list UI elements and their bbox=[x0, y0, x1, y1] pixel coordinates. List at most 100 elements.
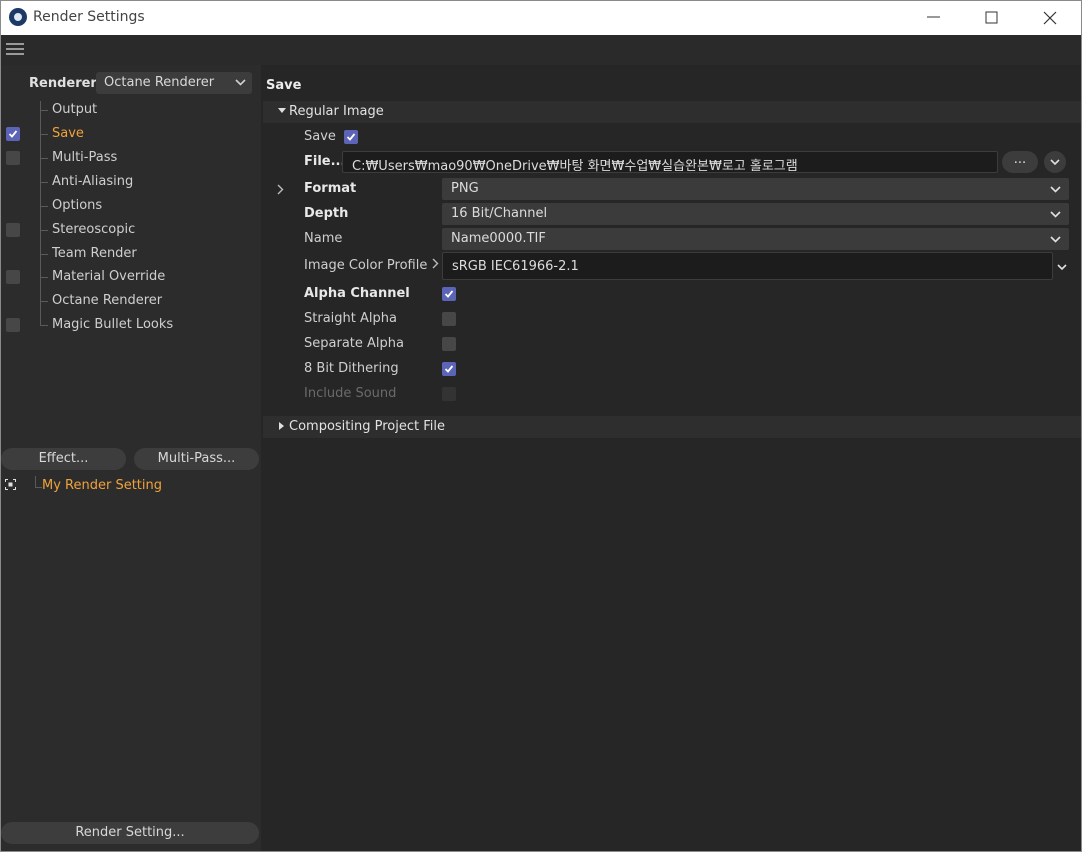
section-title: Save bbox=[266, 78, 302, 93]
tree-item-save[interactable]: Save bbox=[1, 123, 261, 147]
stereoscopic-enable-checkbox[interactable] bbox=[6, 223, 20, 237]
material-override-enable-checkbox[interactable] bbox=[6, 270, 20, 284]
group-label: Regular Image bbox=[289, 104, 384, 119]
render-setting-button[interactable]: Render Setting... bbox=[1, 822, 259, 844]
minimize-icon bbox=[927, 16, 940, 18]
multi-pass-button[interactable]: Multi-Pass... bbox=[134, 448, 259, 470]
tree-item-label: Anti-Aliasing bbox=[52, 174, 134, 189]
format-label: Format bbox=[304, 181, 357, 196]
color-profile-row: Image Color Profile sRGB IEC61966-2.1 bbox=[263, 252, 1081, 280]
straight-alpha-checkbox[interactable] bbox=[442, 312, 456, 326]
tree-item-magic-bullet-looks[interactable]: Magic Bullet Looks bbox=[1, 314, 261, 338]
tree-item-output[interactable]: Output bbox=[1, 99, 261, 123]
chevron-down-icon bbox=[235, 79, 246, 86]
chevron-down-icon bbox=[1050, 211, 1061, 218]
window-title: Render Settings bbox=[33, 9, 145, 25]
multi-pass-enable-checkbox[interactable] bbox=[6, 151, 20, 165]
chevron-right-icon[interactable] bbox=[277, 184, 284, 195]
alpha-channel-checkbox[interactable] bbox=[442, 287, 456, 301]
renderer-label: Renderer bbox=[29, 76, 97, 91]
check-icon bbox=[346, 133, 356, 141]
browse-button[interactable]: ... bbox=[1002, 151, 1038, 173]
depth-dropdown[interactable]: 16 Bit/Channel bbox=[442, 203, 1069, 225]
compositing-group-header[interactable]: Compositing Project File bbox=[263, 416, 1081, 438]
save-checkbox[interactable] bbox=[344, 130, 358, 144]
file-options-button[interactable] bbox=[1044, 151, 1066, 173]
tree-item-label: Output bbox=[52, 102, 98, 117]
magic-bullet-looks-enable-checkbox[interactable] bbox=[6, 318, 20, 332]
file-row: File... C:₩Users₩mao90₩OneDrive₩바탕 화면₩수업… bbox=[263, 150, 1081, 175]
hamburger-menu-icon[interactable] bbox=[6, 43, 24, 57]
renderer-value: Octane Renderer bbox=[104, 75, 215, 90]
tree-item-multi-pass[interactable]: Multi-Pass bbox=[1, 147, 261, 171]
chevron-right-icon[interactable] bbox=[432, 258, 439, 269]
file-label[interactable]: File... bbox=[304, 154, 345, 169]
name-row: Name Name0000.TIF bbox=[263, 227, 1081, 252]
check-icon bbox=[444, 365, 454, 373]
triangle-right-icon bbox=[279, 422, 284, 430]
renderer-row: Renderer Octane Renderer bbox=[1, 70, 261, 96]
depth-label: Depth bbox=[304, 206, 349, 221]
color-profile-field[interactable]: sRGB IEC61966-2.1 bbox=[442, 252, 1053, 280]
color-profile-value: sRGB IEC61966-2.1 bbox=[452, 259, 579, 274]
group-label: Compositing Project File bbox=[289, 419, 445, 434]
maximize-icon bbox=[985, 11, 998, 24]
chevron-down-icon bbox=[1050, 186, 1061, 193]
left-panel: Renderer Octane Renderer Output Save Mul… bbox=[1, 65, 261, 851]
settings-tree: Output Save Multi-Pass Anti-Aliasing Opt… bbox=[1, 99, 261, 339]
depth-row: Depth 16 Bit/Channel bbox=[263, 202, 1081, 227]
dithering-row: 8 Bit Dithering bbox=[263, 357, 1081, 382]
color-profile-label: Image Color Profile bbox=[304, 258, 428, 273]
regular-image-group-header[interactable]: Regular Image bbox=[263, 101, 1081, 123]
file-path-input[interactable]: C:₩Users₩mao90₩OneDrive₩바탕 화면₩수업₩실습완본₩로고… bbox=[342, 151, 998, 174]
include-sound-label: Include Sound bbox=[304, 386, 397, 401]
name-dropdown[interactable]: Name0000.TIF bbox=[442, 228, 1069, 250]
close-button[interactable] bbox=[1021, 1, 1079, 35]
renderer-dropdown[interactable]: Octane Renderer bbox=[96, 72, 252, 94]
close-icon bbox=[1043, 11, 1057, 25]
separate-alpha-row: Separate Alpha bbox=[263, 332, 1081, 357]
tree-item-material-override[interactable]: Material Override bbox=[1, 266, 261, 290]
format-row: Format PNG bbox=[263, 177, 1081, 202]
tree-item-label: Octane Renderer bbox=[52, 293, 163, 308]
tree-item-label: Stereoscopic bbox=[52, 222, 136, 237]
tree-item-octane-renderer[interactable]: Octane Renderer bbox=[1, 290, 261, 314]
minimize-button[interactable] bbox=[905, 1, 963, 35]
render-setting-item[interactable]: My Render Setting bbox=[1, 474, 261, 498]
tree-item-label: Team Render bbox=[52, 246, 137, 261]
effect-button[interactable]: Effect... bbox=[1, 448, 126, 470]
triangle-down-icon bbox=[278, 108, 286, 113]
check-icon bbox=[8, 130, 18, 138]
separate-alpha-checkbox[interactable] bbox=[442, 337, 456, 351]
tree-item-label: Save bbox=[52, 126, 84, 141]
menu-strip bbox=[1, 35, 1081, 65]
tree-item-options[interactable]: Options bbox=[1, 195, 261, 219]
tree-item-label: Material Override bbox=[52, 269, 166, 284]
include-sound-row: Include Sound bbox=[263, 382, 1081, 407]
tree-item-anti-aliasing[interactable]: Anti-Aliasing bbox=[1, 171, 261, 195]
name-value: Name0000.TIF bbox=[451, 231, 546, 246]
alpha-channel-label: Alpha Channel bbox=[304, 286, 410, 301]
separate-alpha-label: Separate Alpha bbox=[304, 336, 404, 351]
tree-item-label: Magic Bullet Looks bbox=[52, 317, 174, 332]
save-label: Save bbox=[304, 129, 336, 144]
chevron-down-icon[interactable] bbox=[1057, 264, 1067, 271]
main-panel: Save Regular Image Save File... C:₩Users… bbox=[263, 65, 1081, 851]
save-row: Save bbox=[263, 125, 1081, 150]
straight-alpha-row: Straight Alpha bbox=[263, 307, 1081, 332]
dithering-label: 8 Bit Dithering bbox=[304, 361, 399, 376]
render-setting-name: My Render Setting bbox=[42, 478, 163, 493]
render-setting-icon bbox=[5, 479, 16, 490]
alpha-channel-row: Alpha Channel bbox=[263, 282, 1081, 307]
chevron-down-icon bbox=[1050, 159, 1060, 166]
format-value: PNG bbox=[451, 181, 479, 196]
maximize-button[interactable] bbox=[963, 1, 1021, 35]
dithering-checkbox[interactable] bbox=[442, 362, 456, 376]
save-enable-checkbox[interactable] bbox=[6, 127, 20, 141]
format-dropdown[interactable]: PNG bbox=[442, 178, 1069, 200]
tree-item-team-render[interactable]: Team Render bbox=[1, 243, 261, 267]
check-icon bbox=[444, 290, 454, 298]
render-settings-window: Render Settings Renderer Octane Renderer bbox=[0, 0, 1082, 852]
tree-item-stereoscopic[interactable]: Stereoscopic bbox=[1, 219, 261, 243]
cinema4d-logo-icon bbox=[9, 8, 27, 26]
